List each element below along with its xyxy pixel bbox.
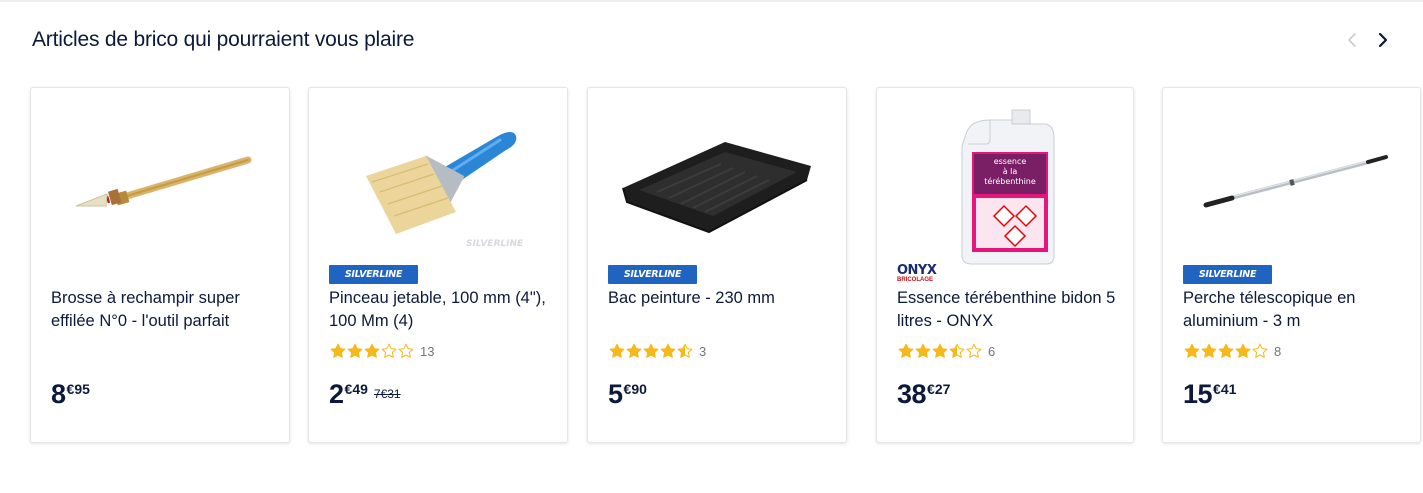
price-integer: 8	[51, 379, 66, 409]
star-empty-icon	[1252, 343, 1268, 358]
rating-stars	[898, 343, 982, 359]
svg-text:à la: à la	[1003, 167, 1018, 176]
star-full-icon	[898, 343, 914, 358]
rating-count: 3	[699, 343, 707, 359]
product-title[interactable]: Perche télescopique en aluminium - 3 m	[1183, 287, 1406, 333]
product-title[interactable]: Bac peinture - 230 mm	[608, 287, 832, 310]
carousel-next-button[interactable]	[1371, 28, 1395, 52]
star-full-icon	[915, 343, 931, 358]
price-decimal: €27	[927, 381, 951, 397]
rating: 8	[1184, 343, 1281, 359]
star-full-icon	[626, 343, 642, 358]
star-full-icon	[330, 343, 346, 358]
product-card[interactable]: SILVERLINE Bac peinture - 230 mm 3 5 €90	[587, 87, 847, 443]
star-empty-icon	[381, 343, 397, 358]
rating: 3	[609, 343, 706, 359]
star-half-icon	[677, 343, 693, 358]
star-full-icon	[1218, 343, 1234, 358]
brand-logo: SILVERLINE	[1183, 264, 1272, 284]
rating-count: 6	[988, 343, 996, 359]
product-card[interactable]: SILVERLINE SILVERLINE Pinceau jetable, 1…	[308, 87, 568, 443]
product-image: SILVERLINE	[329, 106, 547, 266]
svg-text:SILVERLINE: SILVERLINE	[466, 239, 524, 249]
price-integer: 38	[897, 379, 927, 409]
brand-logo: ONYX BRICOLAGE	[897, 263, 937, 283]
brand-logo: SILVERLINE	[329, 264, 418, 284]
star-full-icon	[1201, 343, 1217, 358]
brand-logo: SILVERLINE	[608, 264, 697, 284]
product-price: 8 €95	[51, 378, 90, 410]
rating: 6	[898, 343, 995, 359]
carousel-prev-button[interactable]	[1340, 28, 1364, 52]
section-title: Articles de brico qui pourraient vous pl…	[32, 28, 415, 51]
star-full-icon	[364, 343, 380, 358]
star-full-icon	[660, 343, 676, 358]
chevron-left-icon	[1348, 33, 1356, 47]
star-full-icon	[609, 343, 625, 358]
product-price: 2 €49 7€31	[329, 378, 401, 410]
product-price: 15 €41	[1183, 378, 1236, 410]
product-title[interactable]: Essence térébenthine bidon 5 litres - ON…	[897, 287, 1119, 333]
price-integer: 2	[329, 379, 344, 409]
price-integer: 5	[608, 379, 623, 409]
product-image	[1183, 106, 1400, 266]
price-old: 7€31	[373, 387, 401, 401]
product-title[interactable]: Pinceau jetable, 100 mm (4"), 100 Mm (4)	[329, 287, 553, 333]
product-card[interactable]: SILVERLINE Perche télescopique en alumin…	[1162, 87, 1421, 443]
product-image	[51, 106, 269, 266]
star-empty-icon	[966, 343, 982, 358]
product-price: 5 €90	[608, 378, 647, 410]
price-decimal: €41	[1213, 381, 1237, 397]
product-title[interactable]: Brosse à rechampir super effilée N°0 - l…	[51, 287, 275, 333]
product-image: essence à la térébenthine	[897, 106, 1113, 266]
rating-count: 13	[420, 343, 435, 359]
rating-stars	[609, 343, 693, 359]
svg-text:térébenthine: térébenthine	[984, 176, 1036, 186]
star-full-icon	[347, 343, 363, 358]
rating: 13	[330, 343, 434, 359]
top-divider	[0, 0, 1423, 2]
product-card[interactable]: essence à la térébenthine ONYX BRICOLAGE…	[876, 87, 1134, 443]
star-half-icon	[949, 343, 965, 358]
star-full-icon	[932, 343, 948, 358]
price-integer: 15	[1183, 379, 1213, 409]
product-image	[608, 106, 826, 266]
star-full-icon	[1235, 343, 1251, 358]
star-full-icon	[1184, 343, 1200, 358]
star-empty-icon	[398, 343, 414, 358]
product-price: 38 €27	[897, 378, 950, 410]
rating-stars	[330, 343, 414, 359]
star-full-icon	[643, 343, 659, 358]
price-decimal: €90	[623, 381, 647, 397]
chevron-right-icon	[1378, 32, 1388, 48]
svg-text:essence: essence	[994, 157, 1027, 166]
price-decimal: €49	[344, 381, 368, 397]
rating-stars	[1184, 343, 1268, 359]
rating-count: 8	[1274, 343, 1282, 359]
price-decimal: €95	[66, 381, 90, 397]
product-card[interactable]: Brosse à rechampir super effilée N°0 - l…	[30, 87, 290, 443]
